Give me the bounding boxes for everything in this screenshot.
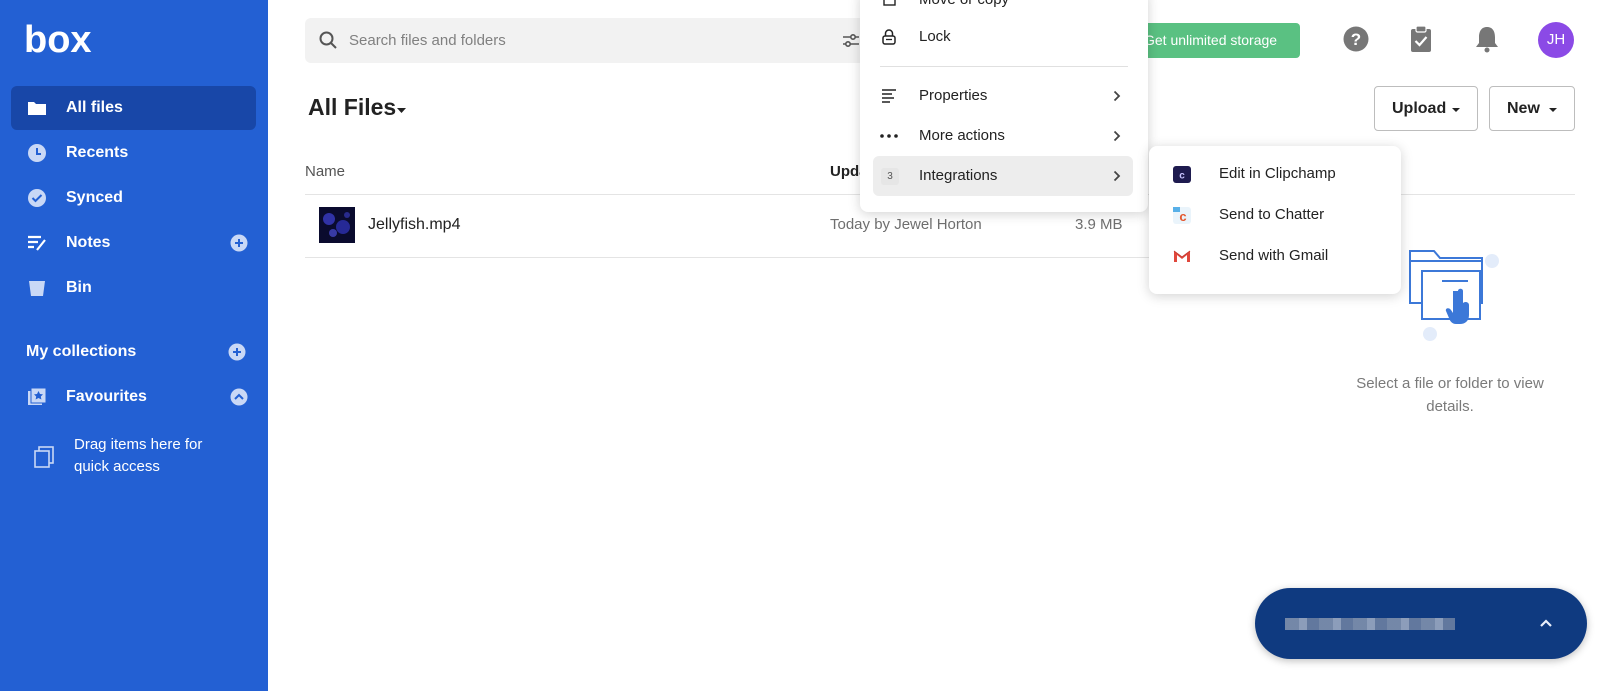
upload-button[interactable]: Upload bbox=[1374, 86, 1478, 131]
filter-icon[interactable] bbox=[842, 32, 860, 50]
menu-item-lock[interactable]: Lock bbox=[873, 17, 1133, 57]
clipchamp-icon: c bbox=[1173, 166, 1191, 183]
menu-item-label: Integrations bbox=[919, 167, 998, 184]
menu-item-label: More actions bbox=[919, 127, 1005, 144]
caret-down-icon bbox=[1452, 108, 1460, 112]
collapse-chevron-icon[interactable] bbox=[230, 388, 248, 406]
row-divider bbox=[305, 257, 1225, 258]
sidebar-item-label: Bin bbox=[66, 279, 92, 296]
sidebar-item-synced[interactable]: Synced bbox=[11, 176, 256, 220]
file-updated: Today by Jewel Horton bbox=[830, 216, 982, 233]
menu-item-send-gmail[interactable]: Send with Gmail bbox=[1161, 236, 1389, 276]
ellipsis-icon bbox=[880, 134, 898, 138]
menu-item-properties[interactable]: Properties bbox=[873, 76, 1133, 116]
sidebar-item-recents[interactable]: Recents bbox=[11, 131, 256, 175]
lock-icon bbox=[882, 29, 896, 45]
chevron-right-icon bbox=[1113, 130, 1121, 142]
clock-icon bbox=[28, 144, 46, 162]
menu-item-edit-clipchamp[interactable]: c Edit in Clipchamp bbox=[1161, 154, 1389, 194]
sidebar-item-label: Recents bbox=[66, 144, 129, 161]
video-thumbnail bbox=[319, 207, 355, 243]
chevron-right-icon bbox=[1113, 170, 1121, 182]
sidebar-item-notes[interactable]: Notes bbox=[11, 221, 256, 265]
search-icon bbox=[319, 31, 337, 49]
notes-icon bbox=[28, 235, 46, 251]
sidebar-item-label: Notes bbox=[66, 234, 111, 251]
sidebar-item-bin[interactable]: Bin bbox=[11, 266, 256, 310]
menu-item-label: Move or copy bbox=[919, 0, 1009, 8]
menu-item-label: Edit in Clipchamp bbox=[1219, 165, 1336, 182]
upload-button-label: Upload bbox=[1392, 100, 1447, 117]
svg-text:c: c bbox=[1179, 171, 1185, 182]
copy-icon bbox=[34, 446, 54, 468]
sidebar-item-all-files[interactable]: All files bbox=[11, 86, 256, 130]
details-empty-text: Select a file or folder to view details. bbox=[1356, 375, 1544, 415]
search-input[interactable] bbox=[349, 28, 769, 53]
chatter-icon: c bbox=[1173, 207, 1191, 224]
new-button[interactable]: New bbox=[1489, 86, 1575, 131]
user-avatar[interactable]: JH bbox=[1538, 22, 1574, 58]
drag-hint-text: Drag items here for quick access bbox=[74, 436, 203, 475]
search-bar[interactable] bbox=[305, 18, 865, 63]
box-logo[interactable]: box bbox=[24, 20, 96, 58]
menu-divider bbox=[880, 66, 1128, 67]
upload-status-toast[interactable] bbox=[1255, 588, 1587, 659]
menu-item-label: Lock bbox=[919, 28, 951, 45]
new-button-label: New bbox=[1507, 100, 1540, 117]
properties-icon bbox=[882, 89, 896, 103]
caret-down-icon bbox=[1549, 108, 1557, 112]
tasks-clipboard-icon[interactable] bbox=[1407, 25, 1435, 53]
check-circle-icon bbox=[28, 189, 46, 207]
menu-item-send-chatter[interactable]: c Send to Chatter bbox=[1161, 195, 1389, 235]
menu-item-label: Properties bbox=[919, 87, 988, 104]
help-icon[interactable]: ? bbox=[1342, 25, 1370, 53]
notifications-bell-icon[interactable] bbox=[1473, 25, 1501, 53]
menu-item-label: Send to Chatter bbox=[1219, 206, 1325, 223]
column-header-name[interactable]: Name bbox=[305, 163, 345, 180]
integrations-submenu: c Edit in Clipchamp c Send to Chatter Se… bbox=[1149, 146, 1401, 294]
sidebar-item-label: Favourites bbox=[66, 388, 147, 405]
chevron-right-icon bbox=[1113, 90, 1121, 102]
redacted-status-text bbox=[1285, 618, 1455, 630]
svg-text:?: ? bbox=[1351, 30, 1361, 49]
integrations-count-badge: 3 bbox=[881, 168, 899, 185]
folder-icon bbox=[28, 102, 46, 115]
file-size: 3.9 MB bbox=[1075, 216, 1123, 233]
page-title[interactable]: All Files bbox=[308, 94, 396, 121]
quick-access-drop-zone[interactable]: Drag items here for quick access bbox=[34, 434, 244, 484]
select-file-illustration bbox=[1409, 250, 1499, 341]
menu-item-label: Send with Gmail bbox=[1219, 247, 1329, 264]
svg-text:c: c bbox=[1179, 209, 1186, 224]
menu-item-integrations[interactable]: 3 Integrations bbox=[873, 156, 1133, 196]
context-menu: Move or copy Lock Properties More action… bbox=[860, 0, 1148, 212]
sidebar-item-favourites[interactable]: Favourites bbox=[11, 375, 256, 419]
file-name[interactable]: Jellyfish.mp4 bbox=[368, 216, 460, 234]
add-collection-icon[interactable] bbox=[228, 343, 246, 361]
sidebar: box All files Recents Synced Notes Bin M… bbox=[0, 0, 268, 691]
svg-text:box: box bbox=[24, 20, 92, 58]
move-copy-icon bbox=[883, 0, 896, 6]
my-collections-label: My collections bbox=[26, 343, 137, 360]
caret-down-icon[interactable] bbox=[397, 108, 406, 113]
star-collection-icon bbox=[28, 387, 47, 405]
chevron-up-icon[interactable] bbox=[1539, 618, 1553, 628]
bin-icon bbox=[29, 281, 45, 296]
menu-item-more-actions[interactable]: More actions bbox=[873, 116, 1133, 156]
sidebar-item-label: All files bbox=[66, 99, 123, 116]
jellyfish-thumbnail-image bbox=[319, 207, 355, 243]
gmail-icon bbox=[1173, 250, 1191, 262]
add-note-icon[interactable] bbox=[230, 234, 248, 252]
sidebar-item-label: Synced bbox=[66, 189, 123, 206]
